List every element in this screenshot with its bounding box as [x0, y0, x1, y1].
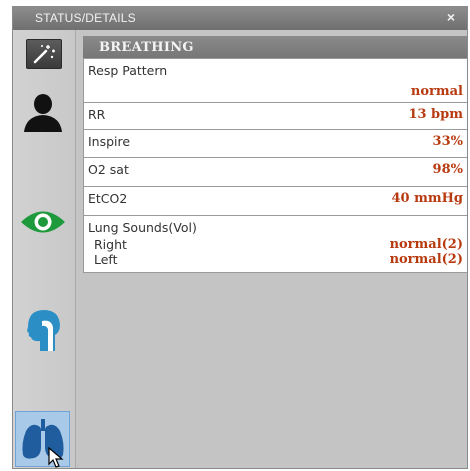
rr-value: 13 bpm [408, 107, 463, 122]
status-details-window: STATUS/DETAILS × BREATHING Resp Pattern … [12, 6, 468, 469]
resp-pattern-label: Resp Pattern [88, 63, 168, 78]
title-bar[interactable]: STATUS/DETAILS × [13, 7, 467, 30]
magic-wand-icon [33, 45, 55, 64]
sidebar-item-eye[interactable] [19, 200, 67, 244]
row-inspire: Inspire 33% [83, 129, 467, 158]
inspire-label: Inspire [88, 134, 131, 149]
row-lung-sounds: Lung Sounds(Vol) Right normal(2) Left no… [83, 215, 467, 273]
lung-left-label: Left [94, 252, 118, 267]
o2-sat-label: O2 sat [88, 162, 129, 177]
sidebar-item-head-airway[interactable] [19, 308, 67, 352]
sidebar-item-wand[interactable] [26, 39, 62, 69]
rr-label: RR [88, 107, 106, 122]
sidebar [13, 30, 76, 468]
resp-pattern-value: normal [410, 84, 463, 99]
inspire-value: 33% [432, 134, 463, 149]
sidebar-item-person[interactable] [19, 91, 67, 135]
head-airway-icon [27, 310, 60, 351]
row-o2-sat: O2 sat 98% [83, 157, 467, 187]
person-icon [24, 94, 62, 132]
panel-title: BREATHING [83, 36, 467, 59]
window-title: STATUS/DETAILS [35, 11, 136, 25]
row-rr: RR 13 bpm [83, 102, 467, 130]
close-button[interactable]: × [447, 9, 455, 25]
eye-icon [21, 211, 65, 233]
etco2-value: 40 mmHg [391, 191, 464, 206]
lung-left-value: normal(2) [389, 252, 463, 267]
lung-sounds-label: Lung Sounds(Vol) [88, 220, 197, 235]
o2-sat-value: 98% [432, 162, 463, 177]
lung-right-value: normal(2) [389, 237, 463, 252]
row-resp-pattern: Resp Pattern normal [83, 58, 467, 103]
lung-right-label: Right [94, 237, 127, 252]
row-etco2: EtCO2 40 mmHg [83, 186, 467, 216]
mouse-cursor-icon [48, 447, 64, 468]
breathing-panel: BREATHING Resp Pattern normal RR 13 bpm … [83, 36, 467, 273]
etco2-label: EtCO2 [88, 191, 128, 206]
